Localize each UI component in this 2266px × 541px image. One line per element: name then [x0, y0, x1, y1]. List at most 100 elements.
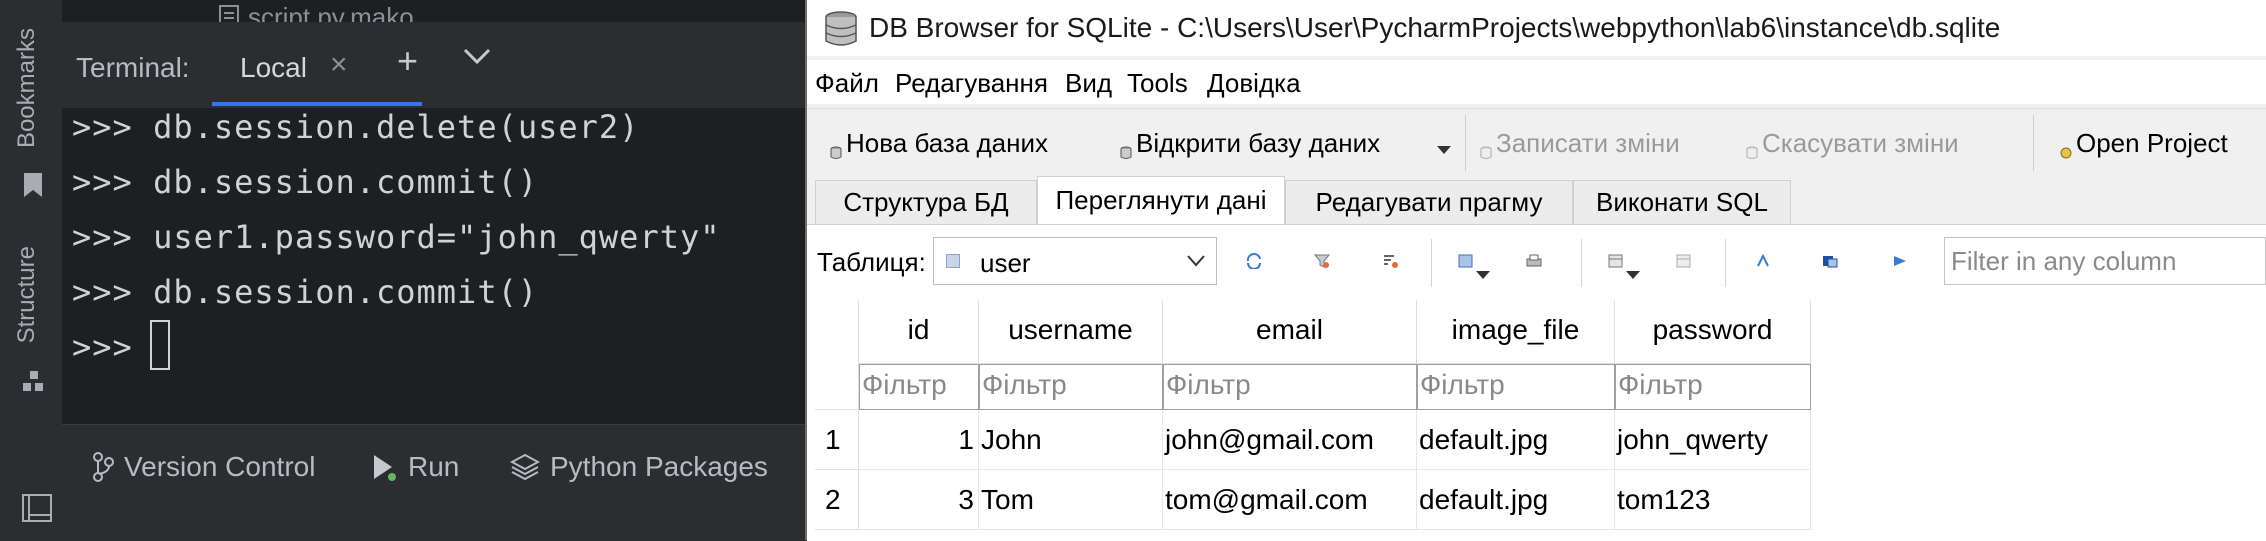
bookmark-icon[interactable]: [22, 172, 44, 202]
chevron-down-icon: [1186, 254, 1206, 273]
tab-edit-pragmas[interactable]: Редагувати прагму: [1285, 180, 1573, 224]
chevron-down-icon[interactable]: [1435, 143, 1453, 161]
save-view-icon[interactable]: [1457, 253, 1475, 269]
run-icon: [374, 455, 396, 481]
tab-browse-data[interactable]: Переглянути дані: [1037, 176, 1285, 224]
column-header-email[interactable]: email: [1163, 300, 1417, 364]
filter-input-email[interactable]: Фільтр: [1163, 364, 1417, 410]
browse-data-pane: Таблиця: user Filter in any column id us…: [807, 224, 2266, 541]
close-icon[interactable]: ×: [330, 48, 348, 82]
revert-changes-icon: [1745, 136, 1759, 159]
cell-id[interactable]: 3: [859, 470, 979, 530]
chevron-down-icon[interactable]: [1475, 267, 1491, 285]
menu-edit[interactable]: Редагування: [895, 68, 1048, 99]
add-terminal-button[interactable]: +: [397, 40, 418, 82]
table-icon: [946, 254, 960, 268]
chevron-down-icon[interactable]: [1625, 267, 1641, 285]
cell-password[interactable]: john_qwerty: [1615, 410, 1811, 470]
open-database-button[interactable]: Відкрити базу даних: [1119, 125, 1380, 161]
run-label: Run: [408, 451, 460, 482]
layout-icon[interactable]: [22, 494, 52, 526]
column-header-username[interactable]: username: [979, 300, 1163, 364]
grid-corner: [815, 300, 859, 364]
terminal-prompt: >>>: [72, 328, 154, 366]
refresh-icon[interactable]: [1245, 252, 1263, 270]
find-replace-icon[interactable]: [1821, 253, 1839, 269]
toolbar-separator: [1725, 239, 1726, 287]
layers-icon: [510, 453, 540, 481]
goto-icon[interactable]: [1891, 253, 1909, 269]
terminal-label: Terminal:: [76, 52, 190, 83]
python-packages-button[interactable]: Python Packages: [510, 445, 768, 489]
write-changes-button[interactable]: Записати зміни: [1479, 125, 1680, 161]
cell-password[interactable]: tom123: [1615, 470, 1811, 530]
cell-username[interactable]: Tom: [979, 470, 1163, 530]
filter-input-image-file[interactable]: Фільтр: [1417, 364, 1615, 410]
delete-record-icon[interactable]: [1675, 253, 1693, 269]
cell-image-file[interactable]: default.jpg: [1417, 410, 1615, 470]
tool-window-strip: Bookmarks Structure: [0, 0, 63, 540]
terminal-line: >>> user1.password="john_qwerty": [72, 218, 721, 256]
terminal-output[interactable]: >>> db.session.delete(user2) >>> db.sess…: [62, 108, 805, 424]
version-control-label: Version Control: [124, 451, 316, 482]
project-icon: [2059, 136, 2073, 159]
column-header-image-file[interactable]: image_file: [1417, 300, 1615, 364]
column-header-password[interactable]: password: [1615, 300, 1811, 364]
terminal-line: >>> db.session.commit(): [72, 163, 539, 201]
branch-icon: [93, 452, 114, 482]
column-header-id[interactable]: id: [859, 300, 979, 364]
filter-input-password[interactable]: Фільтр: [1615, 364, 1811, 410]
terminal-cursor: [150, 320, 170, 370]
filter-input-username[interactable]: Фільтр: [979, 364, 1163, 410]
print-icon[interactable]: [1525, 253, 1543, 269]
menu-help[interactable]: Довідка: [1207, 68, 1301, 99]
menu-file[interactable]: Файл: [815, 68, 879, 99]
toolbar-separator: [1581, 239, 1582, 287]
structure-tool-label[interactable]: Structure: [13, 246, 41, 343]
filter-input-id[interactable]: Фільтр: [859, 364, 979, 410]
terminal-tab-label: Local: [240, 52, 307, 83]
bookmarks-tool-label[interactable]: Bookmarks: [13, 28, 41, 148]
main-toolbar: Нова база даних Відкрити базу даних Запи…: [807, 108, 2266, 179]
db-browser-window: DB Browser for SQLite - C:\Users\User\Py…: [805, 0, 2266, 541]
open-project-label: Open Project: [2076, 127, 2228, 158]
pycharm-window: Bookmarks Structure script.py.mako Termi…: [0, 0, 805, 541]
menu-bar: Файл Редагування Вид Tools Довідка: [807, 60, 2266, 104]
cell-id[interactable]: 1: [859, 410, 979, 470]
title-bar: DB Browser for SQLite - C:\Users\User\Py…: [807, 0, 2266, 56]
version-control-button[interactable]: Version Control: [92, 445, 315, 489]
window-title: DB Browser for SQLite - C:\Users\User\Py…: [869, 12, 2001, 43]
open-project-button[interactable]: Open Project: [2059, 125, 2228, 161]
write-changes-label: Записати зміни: [1496, 127, 1680, 158]
filter-any-column-input[interactable]: Filter in any column: [1944, 237, 2266, 285]
python-packages-label: Python Packages: [550, 451, 768, 482]
tab-db-structure[interactable]: Структура БД: [815, 180, 1037, 224]
insert-record-icon[interactable]: [1607, 253, 1625, 269]
run-button[interactable]: Run: [372, 445, 459, 489]
revert-changes-button[interactable]: Скасувати зміни: [1745, 125, 1959, 161]
table-select[interactable]: user: [933, 237, 1217, 285]
find-icon[interactable]: [1755, 253, 1773, 269]
new-database-icon: [829, 136, 843, 159]
clear-sorting-icon[interactable]: [1381, 253, 1399, 269]
write-changes-icon: [1479, 136, 1493, 159]
revert-changes-label: Скасувати зміни: [1762, 127, 1959, 158]
row-header[interactable]: 2: [815, 470, 859, 530]
terminal-tab-local[interactable]: Local ×: [212, 32, 422, 106]
active-tab-indicator: [212, 102, 422, 106]
cell-image-file[interactable]: default.jpg: [1417, 470, 1615, 530]
row-header[interactable]: 1: [815, 410, 859, 470]
clear-filters-icon[interactable]: [1313, 253, 1331, 269]
open-database-label: Відкрити базу даних: [1136, 127, 1381, 158]
tab-execute-sql[interactable]: Виконати SQL: [1573, 180, 1791, 224]
menu-tools[interactable]: Tools: [1127, 68, 1188, 99]
new-database-button[interactable]: Нова база даних: [829, 125, 1048, 161]
chevron-down-icon[interactable]: [462, 46, 492, 70]
database-icon: [823, 10, 859, 53]
cell-email[interactable]: john@gmail.com: [1163, 410, 1417, 470]
menu-view[interactable]: Вид: [1065, 68, 1112, 99]
cell-username[interactable]: John: [979, 410, 1163, 470]
cell-email[interactable]: tom@gmail.com: [1163, 470, 1417, 530]
terminal-header: Terminal: Local × +: [62, 22, 805, 108]
structure-icon[interactable]: [22, 370, 44, 396]
